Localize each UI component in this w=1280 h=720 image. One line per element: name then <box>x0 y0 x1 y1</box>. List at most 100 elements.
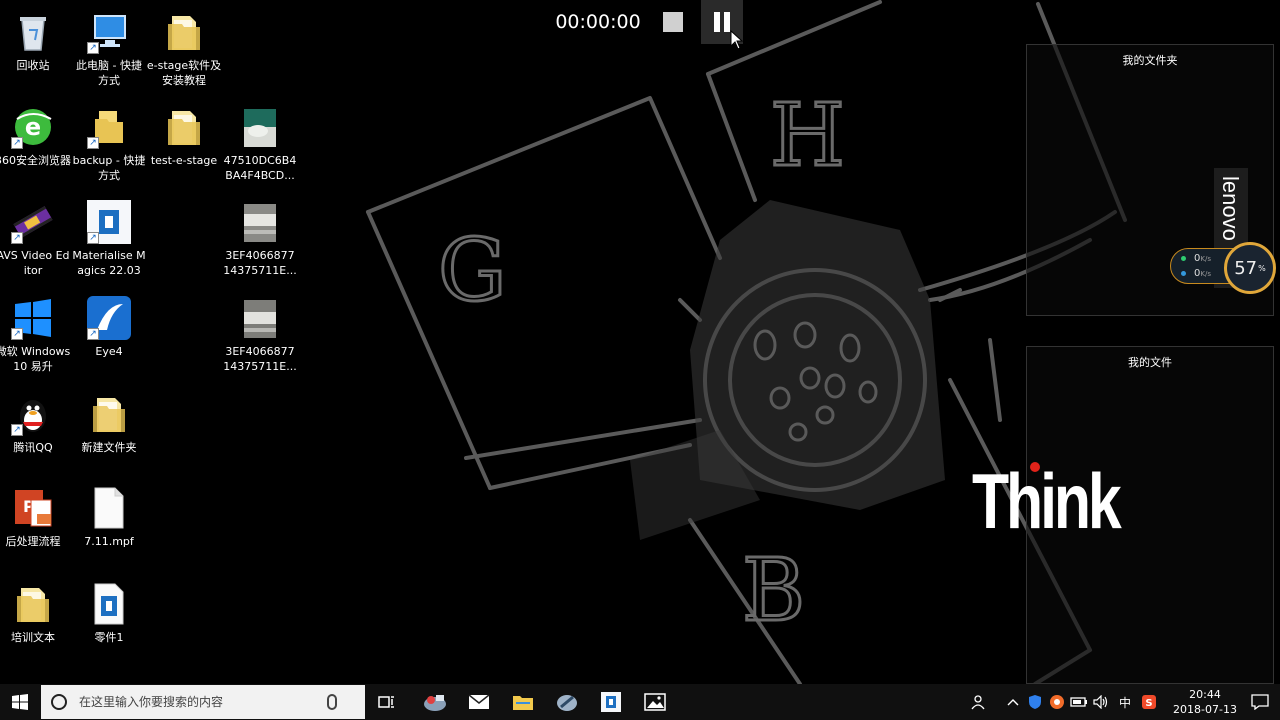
task-view-button[interactable] <box>365 684 409 720</box>
desktop-icon-new-folder[interactable]: 新建文件夹 <box>71 388 147 478</box>
shield-icon[interactable] <box>1024 684 1046 720</box>
sogou-ime-icon[interactable]: S <box>1138 684 1160 720</box>
clock-time: 20:44 <box>1189 688 1221 701</box>
shortcut-arrow-icon: ↗ <box>11 137 23 149</box>
mail-icon <box>468 694 490 709</box>
shortcut-arrow-icon: ↗ <box>11 232 23 244</box>
browser-icon: e ↗ <box>11 105 55 149</box>
desktop-icon-label: 3EF4066877 14375711E... <box>223 345 297 373</box>
shortcut-arrow-icon: ↗ <box>87 42 99 54</box>
taskbar-app-magics[interactable] <box>589 684 633 720</box>
qq-penguin-icon: ↗ <box>11 392 55 436</box>
volume-icon[interactable] <box>1090 684 1112 720</box>
desktop-icon-postprocess-ppt[interactable]: P 后处理流程 <box>0 482 71 572</box>
desktop-icon-test-e-stage[interactable]: test-e-stage <box>146 101 222 191</box>
desktop-icon-image-file[interactable]: 47510DC6B4BA4F4BCD... <box>222 101 298 191</box>
mouse-cursor-icon <box>730 30 744 50</box>
think-logo-text: Think <box>972 457 1122 545</box>
taskbar-search-box[interactable] <box>41 685 365 719</box>
film-icon: ↗ <box>11 200 55 244</box>
desktop-icon-label: Eye4 <box>95 345 123 358</box>
microphone-icon[interactable] <box>327 694 337 710</box>
desktop-icon-training-folder[interactable]: 培训文本 <box>0 578 71 668</box>
cortana-icon <box>51 694 67 710</box>
wallpaper-letter-g: G <box>438 221 507 321</box>
taskbar-app-file-explorer[interactable] <box>501 684 545 720</box>
pause-icon <box>714 12 720 32</box>
windows-start-icon <box>12 694 28 710</box>
svg-text:e: e <box>25 113 41 141</box>
desktop-icon-label: 3EF4066877 14375711E... <box>223 249 297 277</box>
folder-icon <box>11 582 55 626</box>
desktop-icon-image-file[interactable]: 3EF4066877 14375711E... <box>222 196 298 286</box>
folder-icon <box>87 392 131 436</box>
system-tray: 中 S 20:44 2018-07-13 <box>968 684 1280 720</box>
powerpoint-icon: P <box>11 486 55 530</box>
image-thumbnail-icon <box>238 200 282 244</box>
desktop-icon-win10-upgrade[interactable]: ↗ 微软 Windows 10 易升 <box>0 292 71 382</box>
upload-indicator-icon <box>1181 256 1186 261</box>
desktop-icon-360-browser[interactable]: e ↗ 360安全浏览器 <box>0 101 71 191</box>
search-input[interactable] <box>79 695 319 709</box>
desktop-icon-recycle-bin[interactable]: 回收站 <box>0 6 71 96</box>
taskbar: 中 S 20:44 2018-07-13 <box>0 684 1280 720</box>
taskbar-clock[interactable]: 20:44 2018-07-13 <box>1170 687 1240 717</box>
desktop-icon-avs-video-editor[interactable]: ↗ AVS Video Editor <box>0 196 71 286</box>
recording-timer: 00:00:00 <box>555 11 641 33</box>
system-monitor-widget[interactable]: 0K/s 0K/s 57% <box>1166 242 1278 294</box>
taskbar-app-photos[interactable] <box>633 684 677 720</box>
upload-speed-unit: K/s <box>1200 255 1211 263</box>
pause-icon <box>724 12 730 32</box>
input-method-indicator[interactable]: 中 <box>1112 684 1138 720</box>
desktop-icon-part1[interactable]: 零件1 <box>71 578 147 668</box>
taskbar-app-printer[interactable] <box>413 684 457 720</box>
desktop-icon-materialise-magics[interactable]: ↗ Materialise Magics 22.03 <box>71 196 147 286</box>
security-app-icon[interactable] <box>1046 684 1068 720</box>
desktop-icon-backup-shortcut[interactable]: ↗ backup - 快捷方式 <box>71 101 147 191</box>
desktop-icon-image-file[interactable]: 3EF4066877 14375711E... <box>222 292 298 382</box>
computer-icon: ↗ <box>87 10 131 54</box>
desktop-icon-eye4[interactable]: ↗ Eye4 <box>71 292 147 382</box>
magics-app-icon <box>601 692 621 712</box>
battery-icon[interactable] <box>1068 684 1090 720</box>
people-icon[interactable] <box>968 684 990 720</box>
desktop-icon-label: 47510DC6B4BA4F4BCD... <box>223 154 297 182</box>
image-thumbnail-icon <box>238 105 282 149</box>
magics-part-icon <box>87 582 131 626</box>
desktop-icon-mpf-file[interactable]: 7.11.mpf <box>71 482 147 572</box>
desktop-icon-label: 此电脑 - 快捷方式 <box>76 59 142 87</box>
desktop-icon-label: 零件1 <box>94 631 124 644</box>
shortcut-arrow-icon: ↗ <box>87 232 99 244</box>
taskbar-app-mail[interactable] <box>457 684 501 720</box>
desktop-icon-label: test-e-stage <box>150 154 218 167</box>
download-indicator-icon <box>1181 271 1186 276</box>
start-button[interactable] <box>0 684 40 720</box>
toolkit-app-icon <box>557 695 577 711</box>
wallpaper-letter-h: H <box>770 86 845 186</box>
taskbar-app-toolkit[interactable] <box>545 684 589 720</box>
stop-recording-button[interactable] <box>663 12 683 32</box>
lenovo-logo-text: lenovo <box>1218 176 1243 241</box>
folder-icon <box>162 105 206 149</box>
desktop-icon-this-pc[interactable]: ↗ 此电脑 - 快捷方式 <box>71 6 147 96</box>
photos-icon <box>644 693 666 711</box>
download-speed-unit: K/s <box>1200 270 1211 278</box>
desktop-icon-label: 新建文件夹 <box>81 441 137 454</box>
desktop-icon-label: 腾讯QQ <box>13 441 53 454</box>
clock-date: 2018-07-13 <box>1173 703 1237 716</box>
screen-recorder-toolbar: 00:00:00 <box>548 0 743 44</box>
chevron-up-icon[interactable] <box>1002 684 1024 720</box>
wallpaper-letter-b: B <box>742 541 805 641</box>
image-thumbnail-icon <box>238 296 282 340</box>
file-explorer-icon <box>513 696 533 710</box>
shortcut-arrow-icon: ↗ <box>87 137 99 149</box>
windows-logo-icon: ↗ <box>11 296 55 340</box>
shortcut-arrow-icon: ↗ <box>11 328 23 340</box>
desktop-icon-e-stage-folder[interactable]: e-stage软件及安装教程 <box>146 6 222 96</box>
desktop-icon-tencent-qq[interactable]: ↗ 腾讯QQ <box>0 388 71 478</box>
recycle-bin-icon <box>11 10 55 54</box>
desktop-icon-label: Materialise Magics 22.03 <box>72 249 146 277</box>
action-center-button[interactable] <box>1240 684 1280 720</box>
magics-app-icon: ↗ <box>87 200 131 244</box>
desktop-icon-label: AVS Video Editor <box>0 249 70 277</box>
